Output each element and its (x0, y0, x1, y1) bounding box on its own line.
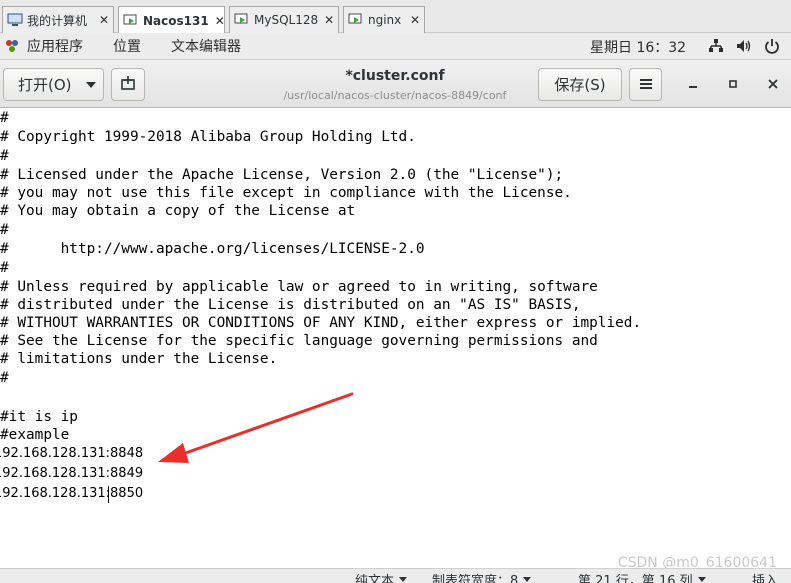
vm-icon (348, 13, 364, 27)
code-line: # (0, 222, 9, 238)
close-icon[interactable]: ✕ (318, 13, 334, 27)
ip-line: 192.168.128.131:8849 (0, 466, 144, 481)
vm-tab-mysql128[interactable]: MySQL128 ✕ (229, 6, 339, 33)
code-line: # Copyright 1999-2018 Alibaba Group Hold… (0, 129, 416, 145)
hamburger-icon (639, 76, 653, 94)
clock[interactable]: 星期日 16：32 (590, 37, 686, 57)
code-line: # limitations under the License. (0, 351, 278, 367)
code-line: # (0, 148, 9, 164)
code-line: # you may not use this file except in co… (0, 185, 572, 201)
save-button-label: 保存(S) (554, 76, 606, 94)
code-line: # (0, 110, 9, 126)
menu-text-editor[interactable]: 文本编辑器 (171, 36, 241, 56)
code-line: # (0, 370, 9, 386)
chevron-down-icon (523, 577, 532, 582)
insert-mode-label: 插入 (752, 574, 779, 583)
maximize-button[interactable] (724, 76, 742, 94)
power-icon[interactable] (764, 38, 780, 54)
code-line: #example (0, 427, 70, 443)
open-button-label: 打开(O) (18, 76, 72, 94)
computer-icon (7, 13, 23, 27)
new-tab-button[interactable] (111, 68, 145, 101)
save-button[interactable]: 保存(S) (538, 68, 622, 101)
vm-tab-strip: 我的计算机 ✕ Nacos131 ✕ MySQL128 ✕ nginx ✕ (0, 0, 791, 34)
close-window-button[interactable] (764, 76, 782, 94)
code-line: # (0, 260, 9, 276)
vm-tab-my-computer[interactable]: 我的计算机 ✕ (2, 6, 114, 33)
code-line: # You may obtain a copy of the License a… (0, 203, 356, 219)
vm-tab-nginx[interactable]: nginx ✕ (343, 6, 425, 33)
chevron-down-icon (697, 577, 706, 582)
minimize-button[interactable] (684, 76, 702, 94)
applications-icon (5, 39, 19, 53)
code-line: # See the License for the specific langu… (0, 333, 598, 349)
close-icon[interactable]: ✕ (93, 13, 109, 27)
insert-mode[interactable]: 插入 (752, 570, 778, 583)
chevron-down-icon (399, 577, 408, 582)
document-title: *cluster.conf (345, 68, 445, 84)
minimize-icon (688, 77, 698, 93)
tab-width-selector[interactable]: 制表符宽度：8 (432, 570, 532, 583)
ip-line: 192.168.128.131:8848 (0, 446, 144, 461)
code-line: # http://www.apache.org/licenses/LICENSE… (0, 241, 425, 257)
code-line: # Unless required by applicable law or a… (0, 279, 598, 295)
volume-icon[interactable] (736, 38, 752, 54)
menu-button[interactable] (629, 68, 662, 101)
syntax-selector[interactable]: 纯文本 (355, 570, 408, 583)
vm-tab-label: nginx (368, 13, 402, 27)
vm-icon (234, 13, 250, 27)
open-button[interactable]: 打开(O) (3, 68, 104, 101)
maximize-icon (728, 77, 738, 93)
close-icon[interactable]: ✕ (404, 13, 420, 27)
menu-applications[interactable]: 应用程序 (27, 36, 83, 56)
new-document-icon (120, 75, 136, 95)
vm-icon (123, 14, 139, 28)
ip-line: 192.168.128.131:8850 (0, 486, 144, 501)
document-path: /usr/local/nacos-cluster/nacos-8849/conf (283, 89, 507, 102)
close-icon[interactable]: ✕ (209, 14, 225, 28)
vm-tab-label: MySQL128 (254, 13, 319, 27)
menu-places[interactable]: 位置 (113, 36, 141, 56)
status-bar: 纯文本 制表符宽度：8 第 21 行，第 16 列 插入 (0, 568, 791, 583)
cursor-position-label: 第 21 行，第 16 列 (578, 574, 693, 583)
cursor-position[interactable]: 第 21 行，第 16 列 (578, 570, 706, 583)
text-cursor (108, 486, 109, 503)
chevron-down-icon (85, 81, 96, 88)
network-icon[interactable] (708, 38, 724, 54)
code-line: # distributed under the License is distr… (0, 297, 581, 313)
tab-width-label: 制表符宽度：8 (432, 574, 519, 583)
vm-tab-label: Nacos131 (143, 13, 209, 28)
vm-tab-nacos131[interactable]: Nacos131 ✕ (118, 6, 225, 34)
code-line: # Licensed under the Apache License, Ver… (0, 167, 564, 183)
vm-tab-label: 我的计算机 (27, 13, 88, 28)
gnome-top-bar: 应用程序 位置 文本编辑器 星期日 16：32 (0, 33, 791, 60)
code-line: #it is ip (0, 409, 78, 425)
syntax-label: 纯文本 (355, 574, 395, 583)
close-icon (768, 77, 778, 93)
code-line: # WITHOUT WARRANTIES OR CONDITIONS OF AN… (0, 315, 642, 331)
